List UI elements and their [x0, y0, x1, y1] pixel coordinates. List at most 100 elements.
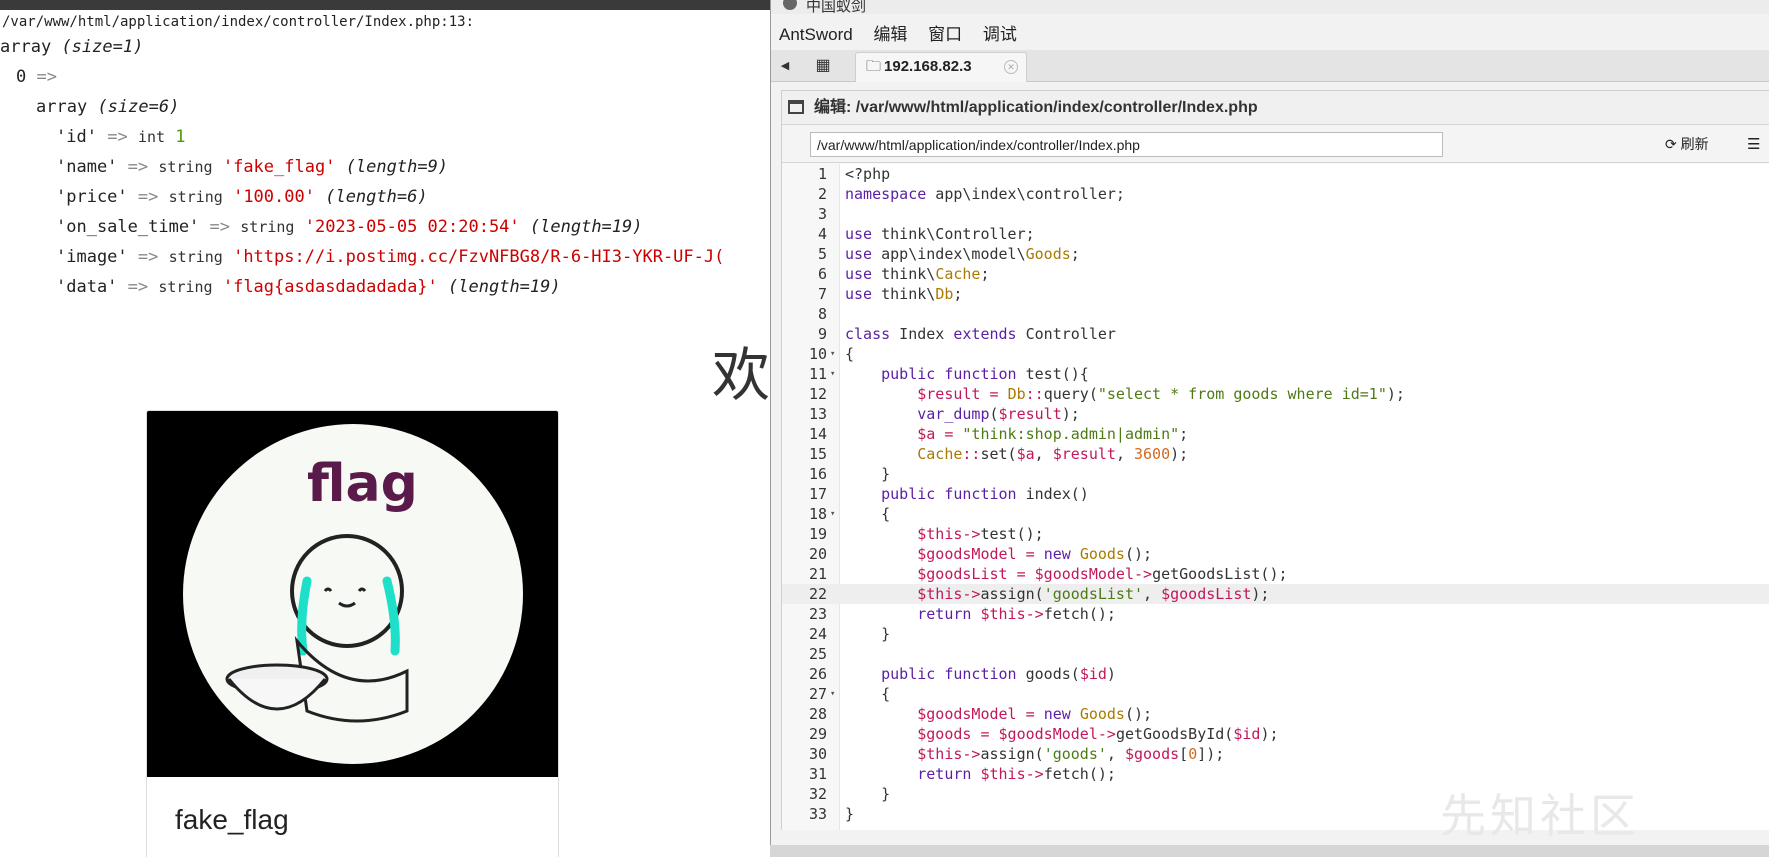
- dump-row-type: string: [158, 158, 213, 176]
- menu-bar: AntSword 编辑 窗口 调试: [771, 22, 1025, 48]
- tab-home-grid-icon[interactable]: ▦: [795, 50, 851, 82]
- dump-row-length: (length=19): [448, 277, 561, 297]
- code-line[interactable]: 5 use app\index\model\Goods;: [782, 244, 1769, 264]
- code-line[interactable]: 30 $this->assign('goods', $goods[0]);: [782, 744, 1769, 764]
- code-line[interactable]: 7 use think\Db;: [782, 284, 1769, 304]
- product-card[interactable]: flag fake_flag: [146, 410, 559, 857]
- file-path-input[interactable]: [810, 132, 1443, 157]
- refresh-label: 刷新: [1680, 136, 1709, 152]
- code-line[interactable]: 16 }: [782, 464, 1769, 484]
- line-number: 24: [808, 625, 827, 643]
- code-line[interactable]: 4 use think\Controller;: [782, 224, 1769, 244]
- code-text: {: [845, 345, 855, 363]
- tab-bar: ◀ ▦ 🗀 192.168.82.3 ✕: [771, 50, 1769, 82]
- code-line[interactable]: 8: [782, 304, 1769, 324]
- code-line[interactable]: 29 $goods = $goodsModel->getGoodsById($i…: [782, 724, 1769, 744]
- line-number: 3: [817, 205, 827, 223]
- code-line[interactable]: 23 return $this->fetch();: [782, 604, 1769, 624]
- code-line[interactable]: 1 <?php: [782, 164, 1769, 184]
- dump-array-size: (size=1): [61, 37, 144, 57]
- code-text: return $this->fetch();: [917, 605, 1116, 623]
- code-line[interactable]: 13 var_dump($result);: [782, 404, 1769, 424]
- fold-toggle-icon[interactable]: ▾: [830, 364, 840, 384]
- code-line[interactable]: 6 use think\Cache;: [782, 264, 1769, 284]
- line-number: 7: [817, 285, 827, 303]
- var-dump-output: /var/www/html/application/index/controll…: [0, 12, 724, 302]
- line-number: 21: [808, 565, 827, 583]
- dump-row: 'price' => string '100.00' (length=6): [0, 182, 724, 212]
- code-text: public function test(){: [881, 365, 1089, 383]
- line-number: 9: [817, 325, 827, 343]
- product-image[interactable]: flag: [147, 411, 558, 777]
- code-line[interactable]: 28 $goodsModel = new Goods();: [782, 704, 1769, 724]
- dump-row-value: 'fake_flag': [222, 157, 336, 177]
- code-line[interactable]: 20 $goodsModel = new Goods();: [782, 544, 1769, 564]
- tab-host-label: 192.168.82.3: [884, 58, 972, 75]
- path-bar: ⟳ 刷新 ☰: [782, 125, 1769, 163]
- dump-row: 'data' => string 'flag{asdasdadadada}' (…: [0, 272, 724, 302]
- fold-toggle-icon[interactable]: ▾: [830, 504, 840, 524]
- code-line[interactable]: 11 ▾ public function test(){: [782, 364, 1769, 384]
- watermark: 先知社区: [1440, 789, 1640, 843]
- line-number: 1: [817, 165, 827, 183]
- dump-row-arrow: =>: [107, 127, 128, 147]
- tab-close-icon[interactable]: ✕: [1004, 60, 1018, 74]
- menu-window[interactable]: 窗口: [928, 22, 962, 48]
- code-line[interactable]: 26 public function goods($id): [782, 664, 1769, 684]
- code-line[interactable]: 9 class Index extends Controller: [782, 324, 1769, 344]
- code-line[interactable]: 3: [782, 204, 1769, 224]
- line-number: 12: [808, 385, 827, 403]
- menu-antsword[interactable]: AntSword: [779, 22, 853, 48]
- code-text: {: [845, 505, 891, 523]
- menu-edit[interactable]: 编辑: [873, 22, 907, 48]
- line-number: 26: [808, 665, 827, 683]
- code-text: $goodsModel = new Goods();: [917, 705, 1153, 723]
- line-number: 19: [808, 525, 827, 543]
- code-line[interactable]: 2 namespace app\index\controller;: [782, 184, 1769, 204]
- code-line[interactable]: 18 ▾ {: [782, 504, 1769, 524]
- code-line[interactable]: 12 $result = Db::query("select * from go…: [782, 384, 1769, 404]
- code-text: }: [845, 805, 855, 823]
- editor-panel-header: 编辑: /var/www/html/application/index/cont…: [782, 91, 1769, 125]
- tab-scroll-left-icon[interactable]: ◀: [775, 52, 795, 80]
- line-number: 23: [808, 605, 827, 623]
- code-line[interactable]: 14 $a = "think:shop.admin|admin";: [782, 424, 1769, 444]
- code-line[interactable]: 24 }: [782, 624, 1769, 644]
- line-number: 15: [808, 445, 827, 463]
- line-number: 22: [808, 585, 827, 603]
- dump-row-value: '2023-05-05 02:20:54': [304, 217, 520, 237]
- product-title[interactable]: fake_flag: [175, 804, 289, 836]
- code-line[interactable]: 21 $goodsList = $goodsModel->getGoodsLis…: [782, 564, 1769, 584]
- line-number: 30: [808, 745, 827, 763]
- dump-arrow: =>: [36, 67, 57, 87]
- code-editor[interactable]: 1 <?php 2 namespace app\index\controller; 3 4…: [782, 164, 1769, 830]
- code-text: $a = "think:shop.admin|admin";: [917, 425, 1189, 443]
- code-text: $this->test();: [917, 525, 1044, 543]
- code-line[interactable]: 22 $this->assign('goodsList', $goodsList…: [782, 584, 1769, 604]
- dump-row: 'name' => string 'fake_flag' (length=9): [0, 152, 724, 182]
- list-menu-icon[interactable]: ☰: [1747, 135, 1760, 153]
- window-titlebar: 中国蚁剑: [771, 0, 1769, 15]
- code-line[interactable]: 27 ▾ {: [782, 684, 1769, 704]
- tab-host[interactable]: 🗀 192.168.82.3 ✕: [855, 52, 1027, 82]
- code-line[interactable]: 17 public function index(): [782, 484, 1769, 504]
- code-line[interactable]: 15 Cache::set($a, $result, 3600);: [782, 444, 1769, 464]
- antsword-logo-icon: [783, 0, 797, 10]
- window-icon: [788, 100, 804, 114]
- refresh-button[interactable]: ⟳ 刷新: [1665, 133, 1709, 155]
- fold-toggle-icon[interactable]: ▾: [830, 684, 840, 704]
- line-number: 20: [808, 545, 827, 563]
- line-number: 25: [808, 645, 827, 663]
- code-text: }: [845, 785, 891, 803]
- dump-row-key: 'name': [56, 157, 118, 177]
- code-text: <?php: [845, 165, 891, 183]
- code-text: var_dump($result);: [917, 405, 1080, 423]
- menu-debug[interactable]: 调试: [983, 22, 1017, 48]
- antsword-window: 中国蚁剑 AntSword 编辑 窗口 调试 ◀ ▦ 🗀 192.168.82.3…: [770, 0, 1769, 848]
- line-number: 14: [808, 425, 827, 443]
- fold-toggle-icon[interactable]: ▾: [830, 344, 840, 364]
- code-line[interactable]: 25: [782, 644, 1769, 664]
- code-line[interactable]: 10 ▾ {: [782, 344, 1769, 364]
- code-text: $goodsList = $goodsModel->getGoodsList()…: [917, 565, 1288, 583]
- code-line[interactable]: 19 $this->test();: [782, 524, 1769, 544]
